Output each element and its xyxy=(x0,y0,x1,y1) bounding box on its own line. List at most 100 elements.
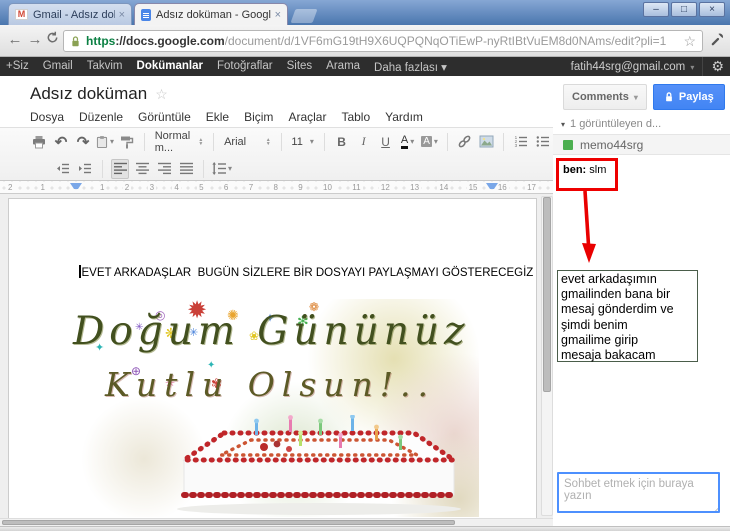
star-document-icon[interactable]: ☆ xyxy=(155,86,168,102)
menu-item[interactable]: Biçim xyxy=(244,110,273,124)
indent-icon xyxy=(79,163,91,174)
chat-input[interactable] xyxy=(557,472,720,513)
gear-icon[interactable]: ⚙ xyxy=(711,58,724,75)
insert-image-button[interactable] xyxy=(477,132,495,152)
chevron-down-icon: ▾ xyxy=(109,137,114,146)
toolbar-row-2: ▾ xyxy=(0,155,554,182)
font-size-dropdown[interactable]: 11 ▾ xyxy=(287,136,317,148)
ruler-number: 10 xyxy=(321,183,334,192)
forward-button[interactable]: → xyxy=(26,31,44,48)
text-cursor xyxy=(79,265,81,278)
browser-tab-docs[interactable]: Adsız doküman - Google Dokün × xyxy=(134,3,288,25)
google-bar-item[interactable]: Fotoğraflar xyxy=(217,60,273,74)
paint-format-button[interactable] xyxy=(118,132,136,152)
align-center-icon xyxy=(135,162,149,175)
text-color-button[interactable]: A ▾ xyxy=(399,132,417,152)
gmail-favicon-icon: M xyxy=(15,9,28,20)
numbered-list-button[interactable]: 123 xyxy=(512,132,530,152)
divider xyxy=(503,132,505,151)
account-email[interactable]: fatih44srg@gmail.com ▾ xyxy=(571,61,695,73)
outdent-button[interactable] xyxy=(54,159,72,179)
document-page[interactable]: EVET ARKADAŞLAR BUGÜN SİZLERE BİR DOSYAY… xyxy=(8,198,537,518)
vertical-scrollbar[interactable] xyxy=(541,196,553,516)
ruler[interactable]: 21 1 2 3 4 5 6 7 8 9 10 11 12 13 14 15 16 17 xyxy=(0,181,554,194)
url-host: ://docs.google.com xyxy=(115,34,225,48)
italic-button[interactable]: I xyxy=(355,132,373,152)
svg-text:3: 3 xyxy=(515,143,518,148)
left-indent-marker[interactable] xyxy=(70,183,82,189)
divider xyxy=(144,132,145,151)
menu-item[interactable]: Tablo xyxy=(341,110,370,124)
align-left-button[interactable] xyxy=(111,158,129,179)
back-button[interactable]: ← xyxy=(6,31,24,48)
google-bar-item[interactable]: +Siz xyxy=(6,60,29,74)
google-bar-item[interactable]: Gmail xyxy=(43,60,73,74)
align-center-button[interactable] xyxy=(133,159,151,179)
right-indent-marker[interactable] xyxy=(486,183,498,189)
highlight-color-button[interactable]: A ▾ xyxy=(421,132,439,152)
justify-button[interactable] xyxy=(177,159,195,179)
google-bar-item[interactable]: Daha fazlası ▾ xyxy=(374,60,447,74)
close-button[interactable]: × xyxy=(699,2,725,17)
style-dropdown-value: Normal m... xyxy=(154,129,191,154)
chrome-menu-button[interactable] xyxy=(710,32,725,47)
menu-item[interactable]: Dosya xyxy=(30,110,64,124)
new-tab-button[interactable] xyxy=(290,9,318,23)
vertical-scrollbar-thumb[interactable] xyxy=(543,197,551,392)
ruler-number: 2 xyxy=(6,183,15,192)
google-bar-item[interactable]: Sites xyxy=(287,60,313,74)
minimize-button[interactable]: – xyxy=(643,2,669,17)
horizontal-scrollbar[interactable] xyxy=(0,518,554,526)
url-bar[interactable]: https://docs.google.com/document/d/1VF6m… xyxy=(63,30,703,52)
bold-button[interactable]: B xyxy=(333,132,351,152)
ruler-number: 14 xyxy=(437,183,451,192)
insert-link-button[interactable] xyxy=(455,132,473,152)
image-icon xyxy=(479,135,494,148)
redo-button[interactable]: ↷ xyxy=(74,132,92,152)
tab-close-icon[interactable]: × xyxy=(119,9,125,21)
horizontal-scrollbar-thumb[interactable] xyxy=(2,520,455,525)
reload-button[interactable] xyxy=(46,31,64,44)
font-dropdown[interactable]: Arial xyxy=(220,136,275,148)
google-bar-item[interactable]: Dokümanlar xyxy=(137,60,203,74)
ruler-number: 3 xyxy=(147,183,157,192)
document-text-line: EVET ARKADAŞLAR BUGÜN SİZLERE BİR DOSYAY… xyxy=(81,267,534,279)
menu-item[interactable]: Görüntüle xyxy=(138,110,191,124)
text-color-icon: A xyxy=(400,134,409,149)
indent-button[interactable] xyxy=(76,159,94,179)
menu-item[interactable]: Araçlar xyxy=(288,110,326,124)
sidebar-actions: Comments ▾ Paylaş xyxy=(563,84,725,110)
maximize-button[interactable]: □ xyxy=(671,2,697,17)
menu-item[interactable]: Ekle xyxy=(206,110,229,124)
bullet-list-button[interactable] xyxy=(534,132,552,152)
chat-user-row[interactable]: memo44srg xyxy=(553,134,730,155)
ruler-number: 5 xyxy=(197,183,206,192)
document-title[interactable]: Adsız doküman ☆ xyxy=(30,84,168,104)
updown-arrows-icon xyxy=(266,138,271,146)
web-clipboard-button[interactable]: ▾ xyxy=(96,132,114,152)
birthday-image[interactable]: ✹ ◎ ✳ ❋ ✦ ✺ ✳ ❀ ✻ ❁ ✦ ⊕ ✳ ✾ ✦ Doğum Gününüz Kutlu Olsu… xyxy=(69,299,479,517)
google-bar-item[interactable]: Takvim xyxy=(87,60,123,74)
chevron-down-icon: ▾ xyxy=(433,137,438,146)
print-button[interactable] xyxy=(30,132,48,152)
lock-icon xyxy=(666,92,672,102)
google-bar-item[interactable]: Arama xyxy=(326,60,360,74)
bookmark-star-icon[interactable]: ☆ xyxy=(683,33,696,50)
viewers-toggle[interactable]: ▾ 1 görüntüleyen d... xyxy=(561,118,661,130)
style-dropdown[interactable]: Normal m... xyxy=(151,130,208,154)
menu-item[interactable]: Düzenle xyxy=(79,110,123,124)
paint-roller-icon xyxy=(121,136,134,148)
align-right-button[interactable] xyxy=(155,159,173,179)
undo-button[interactable]: ↶ xyxy=(52,132,70,152)
share-button[interactable]: Paylaş xyxy=(652,84,725,110)
browser-tab-gmail[interactable]: M Gmail - Adsız doküman (fatih4 × xyxy=(8,3,132,25)
divider xyxy=(702,57,704,76)
comments-button[interactable]: Comments ▾ xyxy=(563,84,647,110)
menu-item[interactable]: Yardım xyxy=(385,110,423,124)
chat-body: ben: slm evet arkadaşımın gmailinden ban… xyxy=(553,155,730,467)
presence-indicator xyxy=(563,139,573,150)
chevron-down-icon: ▾ xyxy=(690,62,695,72)
tab-close-icon[interactable]: × xyxy=(275,9,281,21)
underline-button[interactable]: U xyxy=(377,132,395,152)
line-spacing-button[interactable]: ▾ xyxy=(212,159,232,179)
